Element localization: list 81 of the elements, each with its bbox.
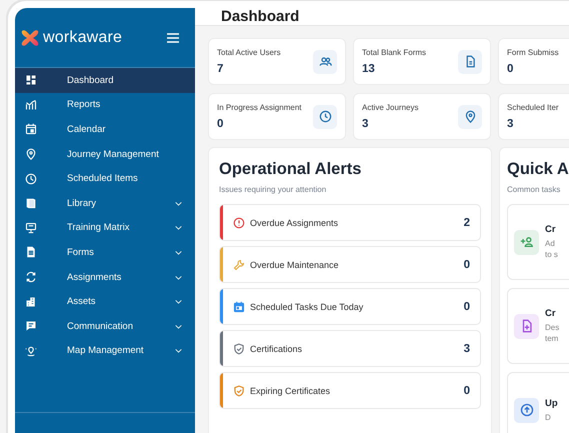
action-title: Cr — [545, 308, 557, 319]
upload-icon — [520, 403, 534, 417]
sidebar-item[interactable]: Library — [15, 190, 195, 216]
logo-icon — [20, 28, 40, 48]
stat-label: Total Blank Forms — [362, 48, 428, 57]
sidebar-item[interactable]: Forms — [15, 240, 195, 265]
alert-row[interactable]: Expiring Certificates 0 — [219, 372, 481, 409]
action-description: Ad — [545, 238, 556, 249]
alert-row[interactable]: Scheduled Tasks Due Today 0 — [219, 288, 481, 325]
stat-value: 3 — [362, 118, 370, 130]
stat-label: Active Journeys — [362, 103, 420, 112]
sidebar-item[interactable]: Dashboard — [15, 68, 195, 93]
location-pin-icon — [25, 148, 37, 160]
sidebar-item[interactable]: Training Matrix — [15, 216, 195, 240]
panel-subtitle: Common tasks — [507, 185, 562, 194]
chat-icon — [25, 320, 37, 332]
clock-icon — [318, 110, 332, 123]
alert-count: 0 — [464, 384, 470, 396]
sidebar-item[interactable]: Communication — [15, 314, 195, 339]
action-card[interactable]: Up D — [507, 372, 569, 433]
alert-label: Scheduled Tasks Due Today — [250, 302, 364, 312]
stat-value: 13 — [362, 63, 376, 75]
alert-icon — [233, 216, 245, 228]
sidebar-item[interactable]: Scheduled Items — [15, 166, 195, 191]
document-icon — [25, 246, 37, 258]
stat-value: 0 — [507, 63, 514, 75]
stat-label: Scheduled Iter — [507, 103, 560, 112]
shield-check-icon — [233, 342, 245, 354]
alert-count: 3 — [464, 342, 470, 354]
refresh-icon — [25, 271, 37, 284]
alert-label: Expiring Certificates — [250, 386, 332, 396]
calendar-icon — [25, 123, 37, 136]
users-icon — [318, 55, 332, 68]
action-card[interactable]: Cr Des tem — [507, 288, 569, 364]
action-title: Up — [545, 398, 558, 408]
action-title: Cr — [545, 224, 557, 235]
location-pin-icon — [464, 110, 476, 123]
monitor-icon — [25, 222, 37, 234]
buildings-icon — [25, 296, 37, 308]
action-description: Des — [545, 322, 560, 333]
action-description: D — [545, 412, 552, 422]
sidebar-item[interactable]: Assignments — [15, 264, 195, 290]
sidebar-item[interactable]: Calendar — [15, 117, 195, 142]
alert-count: 0 — [464, 300, 470, 312]
panel-title: Operational Alerts — [219, 160, 362, 179]
panel-subtitle: Issues requiring your attention — [219, 185, 328, 194]
alert-count: 0 — [464, 258, 470, 270]
page-title: Dashboard — [221, 8, 300, 25]
alert-row[interactable]: Certifications 3 — [219, 330, 481, 367]
stat-label: Form Submiss — [507, 48, 560, 57]
action-description: to s — [545, 249, 558, 260]
stat-label: Total Active Users — [217, 48, 282, 57]
alert-label: Overdue Assignments — [250, 218, 340, 228]
sidebar-item[interactable]: Assets — [15, 289, 195, 314]
panel-title: Quick A — [507, 160, 569, 179]
document-icon — [464, 55, 476, 68]
alert-label: Certifications — [250, 344, 304, 354]
alert-row[interactable]: Overdue Assignments 2 — [219, 204, 481, 241]
alert-row[interactable]: Overdue Maintenance 0 — [219, 246, 481, 283]
clock-icon — [25, 172, 37, 185]
sidebar-item[interactable]: Map Management — [15, 338, 195, 364]
action-description: tem — [545, 333, 560, 344]
stat-value: 0 — [217, 118, 224, 130]
dashboard-icon — [25, 74, 37, 86]
alert-count: 2 — [464, 216, 470, 228]
book-icon — [25, 197, 37, 210]
alert-label: Overdue Maintenance — [250, 260, 340, 270]
map-pin-icon — [25, 344, 37, 357]
stat-label: In Progress Assignment — [217, 103, 302, 112]
shield-check-icon — [233, 384, 245, 396]
stat-value: 7 — [217, 63, 224, 75]
calendar-icon — [233, 300, 245, 312]
stat-value: 3 — [507, 118, 514, 130]
action-card[interactable]: Cr Ad to s — [507, 204, 569, 280]
add-user-icon — [520, 235, 534, 249]
brand-name: workaware — [43, 28, 124, 46]
chart-icon — [25, 98, 37, 111]
sidebar-item[interactable]: Reports — [15, 92, 195, 118]
menu-icon — [167, 32, 179, 42]
wrench-icon — [233, 258, 245, 270]
sidebar-item[interactable]: Journey Management — [15, 142, 195, 166]
